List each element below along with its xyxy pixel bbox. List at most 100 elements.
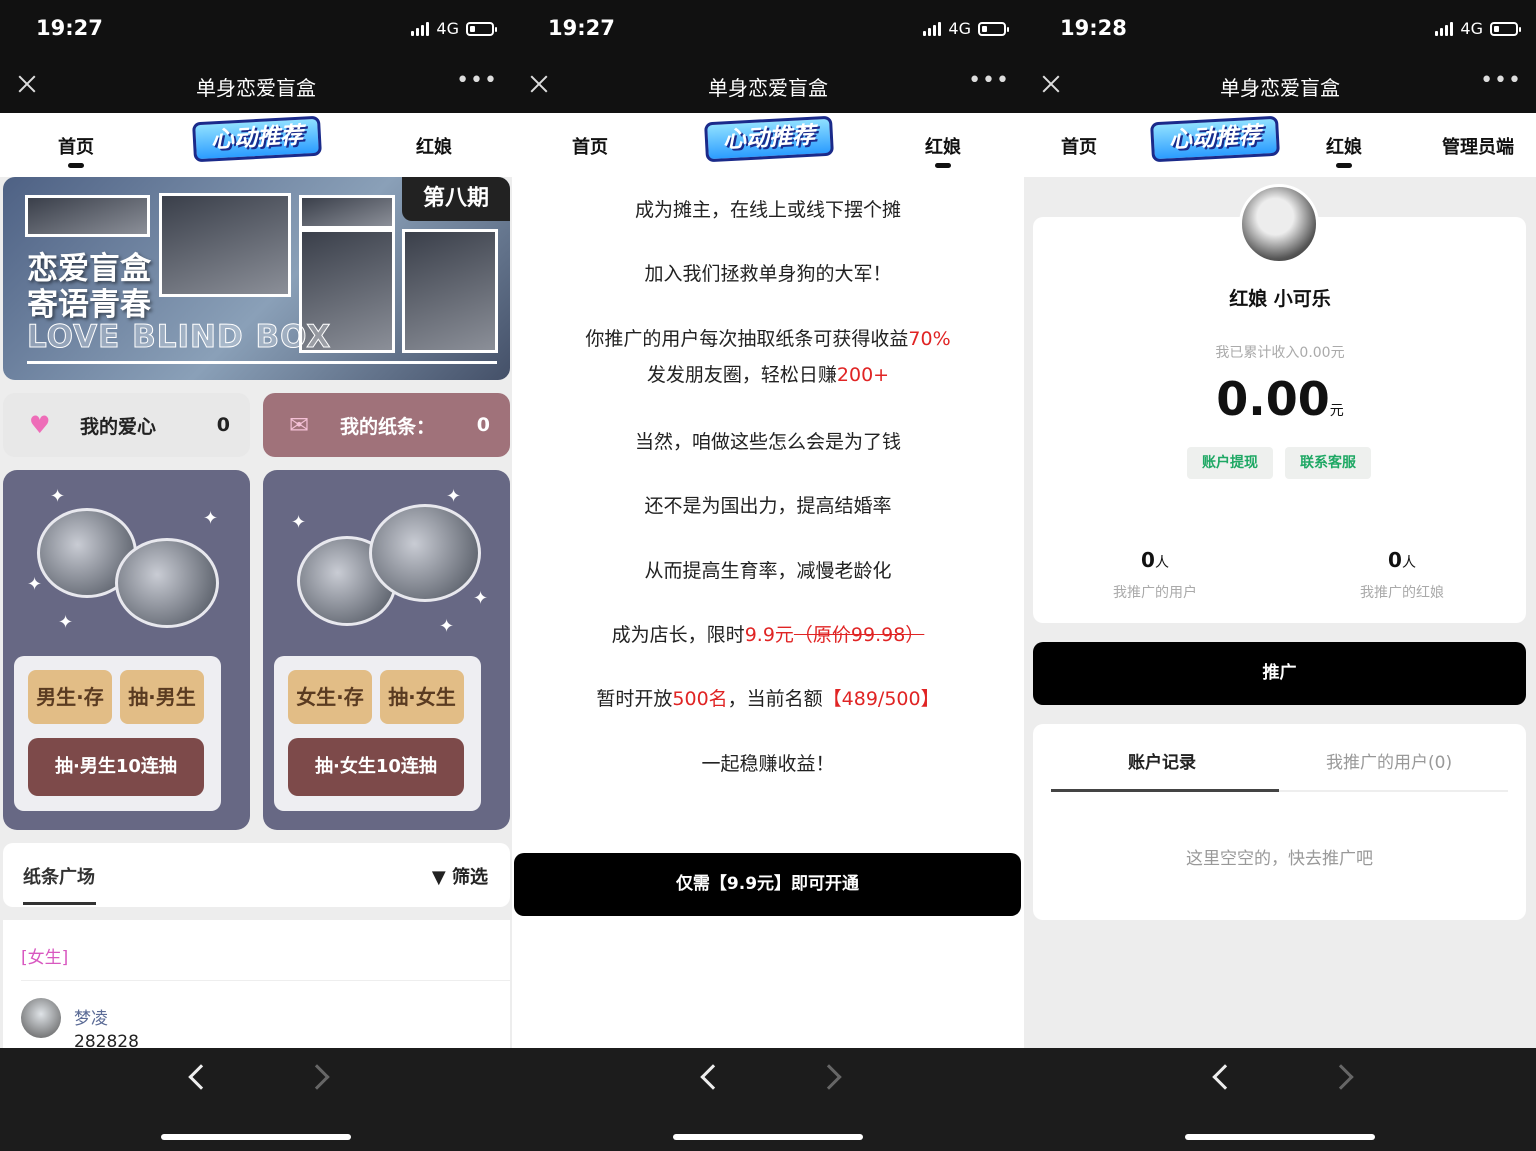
logo-recommend[interactable]: 心动推荐 [704,115,834,163]
top-tabs: 首页 心动推荐 红娘 [512,113,1024,177]
battery-icon [1490,21,1521,36]
battery-icon [978,21,1009,36]
withdraw-button[interactable]: 账户提现 [1187,447,1273,479]
banner-english: LOVE BLIND BOX [26,319,332,356]
title-bar: 单身恋爱盲盒 ••• [1024,58,1536,113]
network-label: 4G [1460,19,1483,38]
status-time: 19:28 [1060,16,1127,40]
back-icon[interactable] [1212,1064,1238,1090]
promote-button[interactable]: 推广 [1033,642,1526,705]
male-store-button[interactable]: 男生·存 [28,670,112,724]
home-indicator[interactable] [161,1134,351,1140]
network-label: 4G [948,19,971,38]
status-bar: 19:27 4G [0,0,512,58]
screen-matchmaker-intro: 19:27 4G 单身恋爱盲盒 ••• 首页 心动推荐 红娘 成为摊主，在线上或… [512,0,1024,1151]
sparkle-icon: ✦ [439,616,455,637]
female-store-button[interactable]: 女生·存 [288,670,372,724]
issue-label: 第八期 [402,177,510,221]
intro-line: 一起稳赚收益！ [701,753,835,775]
banner-title-2: 寄语青春 [27,287,151,323]
signal-icon [1435,21,1454,36]
male-actions-panel: 男生·存 抽·男生 抽·男生10连抽 [14,656,221,811]
intro-content: 成为摊主，在线上或线下摆个摊 加入我们拯救单身狗的大军！ 你推广的用户每次抽取纸… [512,177,1024,1048]
female-photo [369,504,481,602]
back-icon[interactable] [188,1064,214,1090]
top-tabs: 首页 心动推荐 红娘 管理员端 [1024,113,1536,177]
status-time: 19:27 [36,16,103,40]
tab-home[interactable]: 首页 [572,133,608,159]
income-amount: 0.00元 [1216,372,1344,426]
forward-icon[interactable] [1328,1064,1354,1090]
gender-tag: [女生] [21,948,69,968]
male-draw-button[interactable]: 抽·男生 [120,670,204,724]
banner-photo [402,229,498,353]
tab-active-indicator [68,163,84,168]
records-panel: 账户记录 我推广的用户(0) 这里空空的，快去推广吧 [1033,724,1526,920]
male-draw10-button[interactable]: 抽·男生10连抽 [28,738,204,796]
tab-admin[interactable]: 管理员端 [1442,133,1514,159]
activate-button[interactable]: 仅需【9.9元】即可开通 [514,853,1021,916]
tab-account-records[interactable]: 账户记录 [1128,748,1196,773]
heart-icon: ♥ [29,411,51,439]
tab-matchmaker[interactable]: 红娘 [925,133,961,168]
tab-underline [1051,789,1279,792]
intro-line: 成为店长，限时9.9元（原价99.98） [611,624,925,646]
issue-banner[interactable]: 第八期 恋爱盲盒 寄语青春 LOVE BLIND BOX [3,177,510,380]
my-notes-button[interactable]: ✉ 我的纸条： 0 [263,393,510,457]
signal-icon [411,21,430,36]
tab-home[interactable]: 首页 [1061,133,1097,159]
page-title: 单身恋爱盲盒 [1220,76,1340,100]
title-bar: 单身恋爱盲盒 ••• [512,58,1024,113]
screen-matchmaker-dashboard: 19:28 4G 单身恋爱盲盒 ••• 首页 心动推荐 红娘 管理员端 红娘 小… [1024,0,1536,1151]
contact-service-button[interactable]: 联系客服 [1285,447,1371,479]
female-draw10-button[interactable]: 抽·女生10连抽 [288,738,464,796]
matchmaker-name: 红娘 小可乐 [1229,288,1331,310]
more-icon[interactable]: ••• [968,68,1010,93]
divider [21,980,510,981]
forward-icon[interactable] [304,1064,330,1090]
tab-matchmaker[interactable]: 红娘 [416,133,452,159]
top-tabs: 首页 心动推荐 红娘 [0,113,512,177]
filter-label: 筛选 [452,867,488,888]
my-notes-label: 我的纸条： [340,415,436,438]
logo-recommend[interactable]: 心动推荐 [192,115,322,163]
sparkle-icon: ✦ [473,588,489,609]
avatar [1239,184,1319,264]
tab-home[interactable]: 首页 [58,133,94,168]
more-icon[interactable]: ••• [456,68,498,93]
filter-button[interactable]: ▼ 筛选 [432,863,488,889]
banner-divider [27,361,497,364]
forward-icon[interactable] [816,1064,842,1090]
my-love-button[interactable]: ♥ 我的爱心 0 [3,393,250,457]
intro-line: 暂时开放500名，当前名额【489/500】 [596,688,940,710]
filter-icon: ▼ [431,867,452,888]
envelope-heart-icon: ✉ [289,411,310,439]
status-time: 19:27 [548,16,615,40]
home-indicator[interactable] [1185,1134,1375,1140]
tab-active-indicator [935,163,951,168]
browser-nav [0,1048,512,1151]
back-icon[interactable] [700,1064,726,1090]
banner-photo [159,193,291,297]
signal-icon [923,21,942,36]
tab-note-square[interactable]: 纸条广场 [23,863,95,889]
intro-line: 当然，咱做这些怎么会是为了钱 [634,431,901,453]
female-card: ✦ ✦ ✦ ✦ 女生·存 抽·女生 抽·女生10连抽 [263,470,510,830]
page-title: 单身恋爱盲盒 [708,76,828,100]
tab-promoted-users[interactable]: 我推广的用户(0) [1326,748,1452,773]
income-label: 我已累计收入0.00元 [1215,345,1345,361]
empty-state: 这里空空的，快去推广吧 [1186,849,1373,869]
more-icon[interactable]: ••• [1480,68,1522,93]
sparkle-icon: ✦ [291,512,307,533]
home-indicator[interactable] [673,1134,863,1140]
logo-recommend[interactable]: 心动推荐 [1150,115,1280,163]
battery-icon [466,21,497,36]
avatar[interactable] [21,998,61,1038]
tab-matchmaker[interactable]: 红娘 [1326,133,1362,168]
user-name[interactable]: 梦凌 [74,1004,108,1029]
intro-line: 加入我们拯救单身狗的大军！ [644,263,892,285]
female-draw-button[interactable]: 抽·女生 [380,670,464,724]
sparkle-icon: ✦ [203,508,219,529]
banner-photo [299,195,395,229]
intro-line: 发发朋友圈，轻松日赚200+ [646,364,890,386]
